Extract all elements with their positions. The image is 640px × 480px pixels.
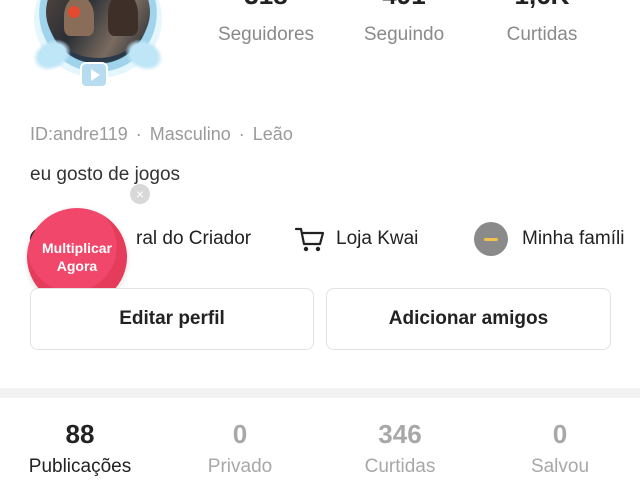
tab-label: Privado: [207, 456, 273, 477]
tab-count: 346: [378, 419, 422, 449]
edit-profile-button[interactable]: Editar perfil: [30, 288, 314, 350]
promo-line-2: Agora: [56, 258, 98, 274]
promo-line-1: Multiplicar: [41, 240, 112, 256]
add-friends-button[interactable]: Adicionar amigos: [326, 288, 611, 350]
meta-separator: ·: [238, 124, 245, 144]
video-icon[interactable]: [80, 62, 108, 88]
kwai-shop-label: Loja Kwai: [336, 228, 419, 249]
section-divider: [0, 388, 640, 398]
stat-label: Seguindo: [363, 24, 445, 45]
profile-id: ID:andre119: [30, 124, 128, 144]
profile-bio: eu gosto de jogos: [30, 164, 181, 185]
cart-icon: [294, 227, 325, 252]
my-family-label: Minha famíli: [522, 228, 625, 249]
profile-avatar[interactable]: [24, 0, 174, 100]
profile-gender: Masculino: [149, 124, 231, 144]
tab-label: Publicações: [28, 456, 132, 477]
stat-value: 318: [211, 0, 321, 10]
tab-count: 0: [552, 419, 568, 449]
close-icon[interactable]: ×: [130, 184, 150, 204]
tab-likes[interactable]: 346 Curtidas: [330, 418, 470, 478]
tab-publications[interactable]: 88 Publicações: [10, 418, 150, 478]
tab-private[interactable]: 0 Privado: [170, 418, 310, 478]
stat-value: 491: [349, 0, 459, 10]
tab-count: 0: [232, 419, 248, 449]
stat-label: Seguidores: [217, 24, 315, 45]
tab-label: Curtidas: [364, 456, 436, 477]
stat-following[interactable]: 491 Seguindo: [349, 0, 459, 46]
profile-sign: Leão: [252, 124, 293, 144]
tab-label: Salvou: [530, 456, 590, 477]
my-family-link[interactable]: Minha famíli: [474, 222, 624, 256]
stat-label: Curtidas: [506, 24, 578, 45]
stat-followers[interactable]: 318 Seguidores: [211, 0, 321, 46]
tab-count: 88: [65, 419, 95, 449]
tab-saved[interactable]: 0 Salvou: [490, 418, 630, 478]
stat-likes[interactable]: 1,6K Curtidas: [487, 0, 597, 46]
profile-meta: ID:andre119 · Masculino · Leão: [30, 124, 293, 145]
stat-value: 1,6K: [487, 0, 597, 10]
creator-center-label: ral do Criador: [136, 228, 252, 249]
family-icon: [474, 222, 508, 256]
avatar-badge-dot: [68, 6, 80, 18]
kwai-shop-link[interactable]: Loja Kwai: [294, 222, 418, 256]
meta-separator: ·: [135, 124, 142, 144]
